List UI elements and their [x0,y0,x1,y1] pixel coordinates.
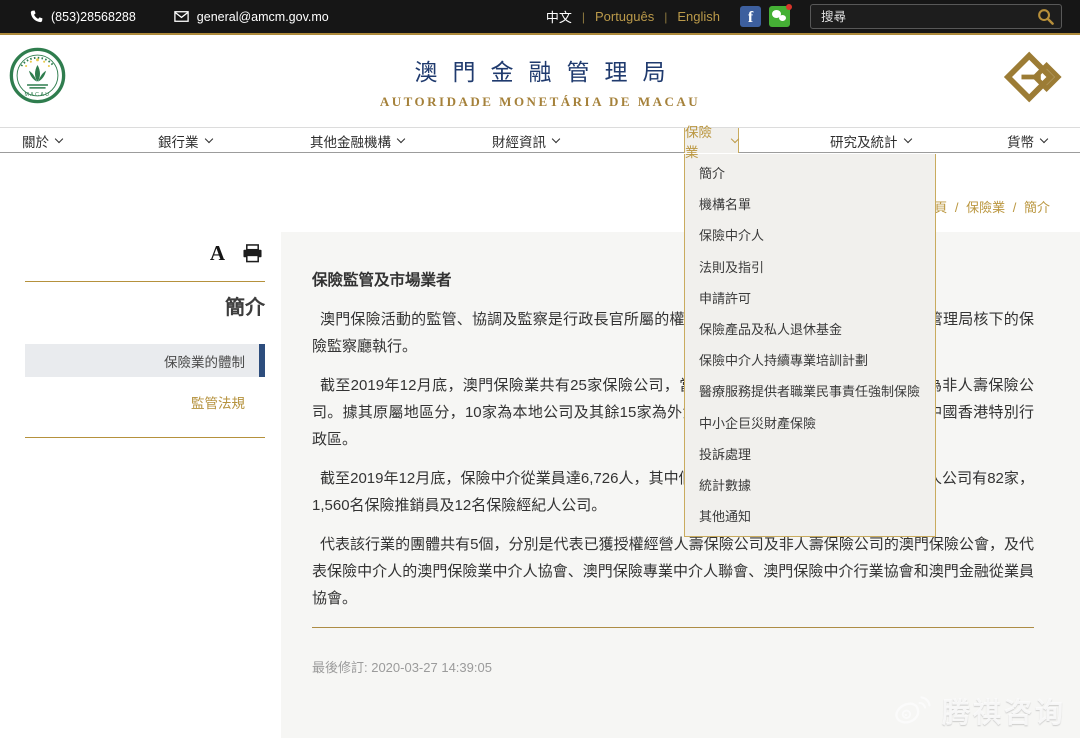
nav-item-currency[interactable]: 貨幣 [1007,128,1047,153]
nav-item-research-statistics[interactable]: 研究及統計 [830,128,911,153]
dropdown-item-intro[interactable]: 簡介 [685,158,935,189]
email-address[interactable]: general@amcm.gov.mo [197,10,329,24]
language-divider: | [582,10,585,24]
dropdown-item-statistics[interactable]: 統計數據 [685,470,935,501]
dropdown-item-complaints[interactable]: 投訴處理 [685,439,935,470]
facebook-icon[interactable]: f [740,6,761,27]
language-english[interactable]: English [677,9,720,24]
nav-label: 銀行業 [158,131,199,151]
weibo-icon [894,695,932,727]
breadcrumb-insurance[interactable]: 保險業 [966,200,1005,215]
chevron-down-icon [731,135,739,143]
breadcrumb: 主頁 / 保險業 / 簡介 [919,197,1052,216]
chevron-down-icon [55,135,63,143]
sidebar-item-label: 保險業的體制 [164,351,245,371]
dropdown-item-rules-guidelines[interactable]: 法則及指引 [685,252,935,283]
phone-number: (853)28568288 [51,10,136,24]
sidebar-divider [25,437,265,438]
search-icon[interactable] [1037,8,1054,25]
dropdown-item-products-pension-funds[interactable]: 保險產品及私人退休基金 [685,314,935,345]
phone-contact: (853)28568288 [30,10,136,24]
chevron-down-icon [1040,135,1048,143]
site-title-chinese: 澳門金融管理局 [0,53,1080,87]
watermark: 腾祺咨询 [894,691,1066,731]
content-paragraph: 代表該行業的團體共有5個，分別是代表已獲授權經營人壽保險公司及非人壽保險公司的澳… [312,531,1034,612]
nav-label: 研究及統計 [830,131,898,151]
nav-item-other-financial-institutions[interactable]: 其他金融機構 [310,128,404,153]
mail-icon [174,11,189,22]
dropdown-item-institutions-list[interactable]: 機構名單 [685,189,935,220]
dropdown-item-other-notices[interactable]: 其他通知 [685,501,935,532]
dropdown-item-sme-catastrophe-insurance[interactable]: 中小企巨災財產保險 [685,408,935,439]
print-icon[interactable] [242,244,263,263]
nav-item-financial-information[interactable]: 財經資訊 [492,128,559,153]
nav-label: 關於 [22,131,49,151]
last-modified-timestamp: 最後修訂: 2020-03-27 14:39:05 [312,657,1036,676]
nav-item-about[interactable]: 關於 [22,128,62,153]
wechat-badge [786,4,792,10]
phone-icon [30,10,43,23]
site-title-portuguese: AUTORIDADE MONETÁRIA DE MACAU [0,94,1080,110]
breadcrumb-current-page: 簡介 [1024,200,1050,215]
chevron-down-icon [552,135,560,143]
page-tools: A [0,241,263,266]
language-portuguese[interactable]: Português [595,9,654,24]
site-brand: 澳門金融管理局 AUTORIDADE MONETÁRIA DE MACAU [0,53,1080,110]
main-nav: 關於 銀行業 其他金融機構 財經資訊 保險業 研究及統計 貨幣 [0,127,1080,153]
watermark-text: 腾祺咨询 [942,691,1066,731]
dropdown-item-application-licensing[interactable]: 申請許可 [685,283,935,314]
nav-label: 保險業 [685,121,725,161]
sidebar-item-label: 監管法規 [191,392,245,412]
nav-label: 財經資訊 [492,131,546,151]
search-box [810,4,1062,29]
language-divider: | [664,10,667,24]
top-utility-bar: (853)28568288 general@amcm.gov.mo 中文 | P… [0,0,1080,33]
sidebar-section-title: 簡介 [25,291,265,320]
chevron-down-icon [903,135,911,143]
dropdown-item-insurance-intermediaries[interactable]: 保險中介人 [685,220,935,251]
sidebar-item-regulations[interactable]: 監管法規 [25,389,265,415]
nav-label: 貨幣 [1007,131,1034,151]
email-contact[interactable]: general@amcm.gov.mo [174,10,329,24]
site-header: MACAU 澳門金融管理局 AUTORIDADE MONETÁRIA DE MA… [0,35,1080,127]
font-size-icon[interactable]: A [210,241,225,266]
nav-item-insurance[interactable]: 保險業 [684,128,739,153]
content-panel: 保險監管及市場業者 澳門保險活動的監管、協調及監察是行政長官所屬的權限，此項權限… [281,232,1080,738]
sidebar-item-insurance-system[interactable]: 保險業的體制 [25,344,265,377]
sidebar-divider [25,281,265,282]
chevron-down-icon [204,135,212,143]
chevron-down-icon [397,135,405,143]
search-input[interactable] [810,4,1062,29]
wechat-icon[interactable] [769,6,790,27]
breadcrumb-separator: / [955,200,959,215]
nav-item-banking[interactable]: 銀行業 [158,128,212,153]
content-divider [312,627,1034,628]
breadcrumb-separator: / [1013,200,1017,215]
dropdown-item-medical-liability-insurance[interactable]: 醫療服務提供者職業民事責任強制保險 [685,376,935,407]
dropdown-item-cpd-programme[interactable]: 保險中介人持續專業培訓計劃 [685,345,935,376]
wechat-bubble [779,15,786,21]
language-chinese[interactable]: 中文 [546,7,572,26]
amcm-logo [1004,49,1066,110]
language-switcher: 中文 | Português | English [546,7,720,26]
nav-label: 其他金融機構 [310,131,391,151]
insurance-dropdown-menu: 簡介 機構名單 保險中介人 法則及指引 申請許可 保險產品及私人退休基金 保險中… [684,154,936,537]
